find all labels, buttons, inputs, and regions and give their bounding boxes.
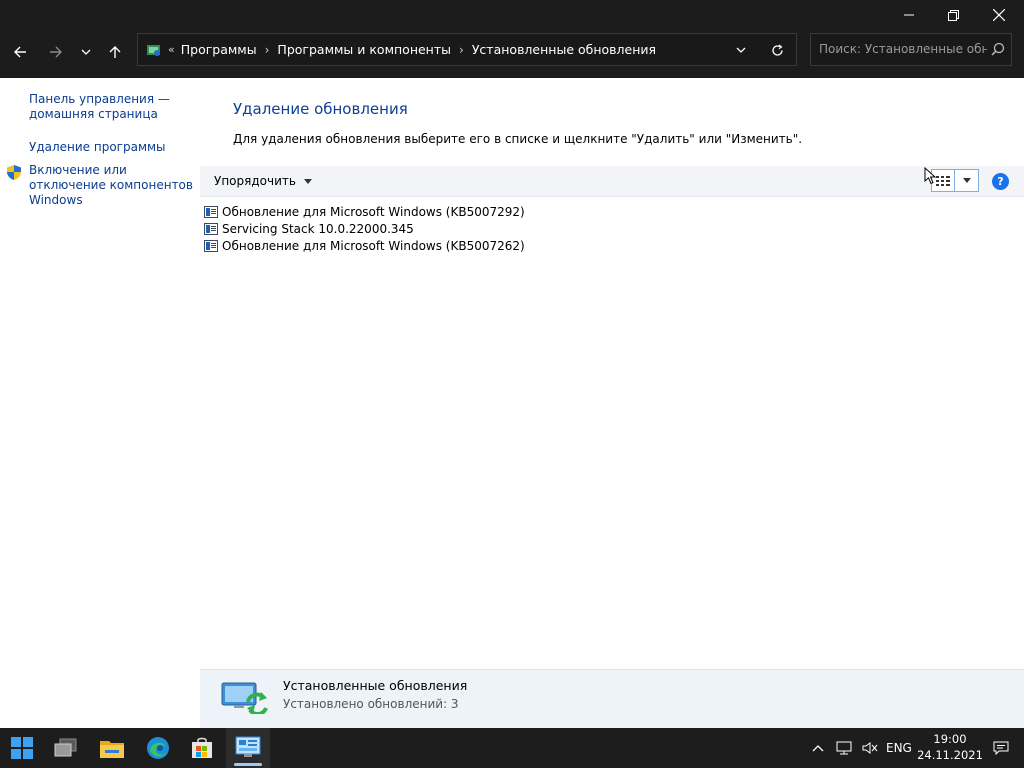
restore-icon <box>947 9 959 21</box>
close-button[interactable] <box>976 0 1022 30</box>
edge-browser-button[interactable] <box>138 732 178 764</box>
store-button[interactable] <box>182 732 222 764</box>
control-panel-taskbar-button[interactable] <box>226 728 270 768</box>
back-button[interactable] <box>6 38 34 66</box>
navigation-bar: « Программы › Программы и компоненты › У… <box>0 30 1024 78</box>
breadcrumb-programs[interactable]: Программы <box>181 42 257 57</box>
uninstall-program-link[interactable]: Удаление программы <box>29 140 166 155</box>
command-bar: Упорядочить ? <box>200 166 1024 197</box>
show-hidden-icons-button[interactable] <box>812 728 824 768</box>
organize-label: Упорядочить <box>214 174 296 188</box>
restore-button[interactable] <box>930 0 976 30</box>
clock-time: 19:00 <box>933 732 967 746</box>
breadcrumb-separator[interactable]: › <box>265 43 270 57</box>
search-box[interactable]: Поиск: Установленные обно... <box>810 33 1012 66</box>
main-content: Удаление обновления Для удаления обновле… <box>200 78 1024 728</box>
search-input[interactable]: Поиск: Установленные обно... <box>819 34 987 65</box>
help-button[interactable]: ? <box>992 173 1009 190</box>
breadcrumb-overflow[interactable]: « <box>168 43 175 56</box>
organize-button[interactable]: Упорядочить <box>214 166 312 197</box>
active-indicator <box>234 763 262 766</box>
shield-icon <box>7 165 21 180</box>
update-icon <box>204 239 218 252</box>
windows-logo-icon <box>11 737 33 759</box>
chevron-down-icon <box>81 49 91 55</box>
address-bar[interactable]: « Программы › Программы и компоненты › У… <box>137 33 797 66</box>
list-item[interactable]: Обновление для Microsoft Windows (KB5007… <box>204 203 525 220</box>
folder-icon <box>100 741 124 758</box>
input-language-button[interactable]: ENG <box>886 728 912 768</box>
details-view-icon <box>936 175 950 186</box>
control-panel-icon <box>235 736 261 757</box>
control-panel-home-link[interactable]: Панель управления — домашняя страница <box>29 92 189 122</box>
left-pane: Панель управления — домашняя страница Уд… <box>0 78 200 728</box>
page-description: Для удаления обновления выберите его в с… <box>233 132 803 146</box>
file-explorer-button[interactable] <box>92 732 132 764</box>
start-button[interactable] <box>2 732 42 764</box>
updates-list: Обновление для Microsoft Windows (KB5007… <box>204 203 525 254</box>
installed-updates-icon <box>221 682 268 714</box>
caret-down-icon <box>303 179 312 184</box>
arrow-right-icon <box>50 46 62 58</box>
close-icon <box>993 9 1005 21</box>
task-view-icon <box>54 738 77 757</box>
notifications-button[interactable] <box>993 728 1009 768</box>
up-button[interactable] <box>101 38 129 66</box>
programs-icon <box>147 45 160 56</box>
edge-icon <box>147 737 169 759</box>
task-view-button[interactable] <box>46 732 86 764</box>
language-label: ENG <box>886 741 912 755</box>
arrow-up-icon <box>109 46 121 58</box>
recent-locations-button[interactable] <box>72 38 100 66</box>
arrow-left-icon <box>14 46 26 58</box>
update-icon <box>204 205 218 218</box>
chevron-down-icon <box>736 47 746 53</box>
caret-down-icon <box>962 178 971 183</box>
refresh-icon <box>771 44 783 56</box>
volume-button[interactable] <box>862 728 878 768</box>
details-pane: Установленные обновления Установлено обн… <box>200 669 1024 728</box>
taskbar: ENG 19:00 24.11.2021 <box>0 728 1024 768</box>
breadcrumb: « Программы › Программы и компоненты › У… <box>168 34 656 65</box>
update-icon <box>204 222 218 235</box>
update-name: Servicing Stack 10.0.22000.345 <box>222 221 414 236</box>
minimize-button[interactable] <box>886 0 932 30</box>
update-name: Обновление для Microsoft Windows (KB5007… <box>222 238 525 253</box>
minimize-icon <box>904 14 914 16</box>
update-name: Обновление для Microsoft Windows (KB5007… <box>222 204 525 219</box>
view-options-dropdown[interactable] <box>955 169 979 192</box>
forward-button[interactable] <box>42 38 70 66</box>
volume-muted-icon <box>862 742 878 754</box>
page-title: Удаление обновления <box>233 100 408 118</box>
refresh-button[interactable] <box>766 40 788 60</box>
windows-features-link[interactable]: Включение или отключение компонентов Win… <box>29 163 194 208</box>
breadcrumb-separator[interactable]: › <box>459 43 464 57</box>
network-icon <box>836 741 852 755</box>
details-count: Установлено обновлений: 3 <box>283 697 459 711</box>
details-title: Установленные обновления <box>283 678 468 693</box>
network-button[interactable] <box>836 728 852 768</box>
address-history-button[interactable] <box>730 40 752 60</box>
clock-date: 24.11.2021 <box>917 748 983 762</box>
list-item[interactable]: Servicing Stack 10.0.22000.345 <box>204 220 525 237</box>
notification-icon <box>993 741 1009 755</box>
title-bar <box>0 0 1024 30</box>
store-icon <box>192 737 212 758</box>
chevron-up-icon <box>812 745 824 752</box>
list-item[interactable]: Обновление для Microsoft Windows (KB5007… <box>204 237 525 254</box>
search-icon <box>991 42 1005 56</box>
breadcrumb-programs-and-features[interactable]: Программы и компоненты <box>277 42 451 57</box>
clock[interactable]: 19:00 24.11.2021 <box>916 731 984 763</box>
mouse-cursor-icon <box>924 167 936 185</box>
breadcrumb-installed-updates[interactable]: Установленные обновления <box>472 42 656 57</box>
